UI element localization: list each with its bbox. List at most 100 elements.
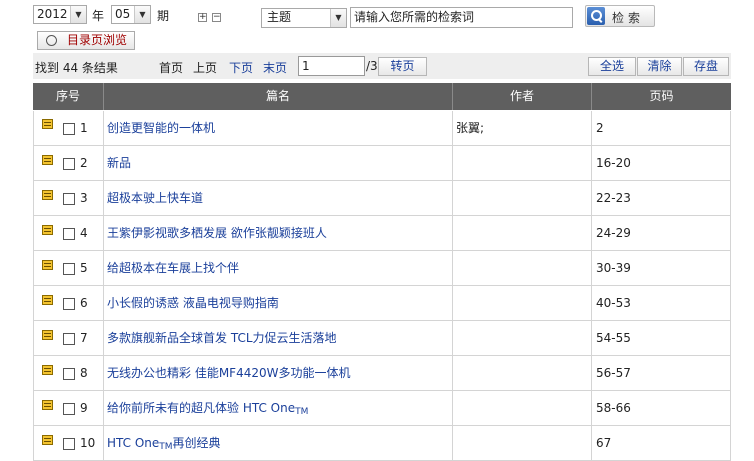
row-number: 6 xyxy=(80,296,88,310)
article-title-link[interactable]: 无线办公也精彩 佳能MF4420W多功能一体机 xyxy=(104,366,350,380)
expand-plus-icon[interactable]: + xyxy=(198,13,207,22)
cell-pages: 54-55 xyxy=(592,321,731,355)
catalog-browse-label: 目录页浏览 xyxy=(67,33,128,47)
period-select[interactable]: 05 ▼ xyxy=(111,5,151,24)
year-label: 年 xyxy=(92,9,105,23)
cell-author xyxy=(453,251,592,285)
table-row: 8 无线办公也精彩 佳能MF4420W多功能一体机 56-57 xyxy=(33,356,731,391)
chevron-down-icon: ▼ xyxy=(330,9,346,27)
page-number-input[interactable]: 1 xyxy=(298,56,365,76)
go-page-button[interactable]: 转页 xyxy=(378,57,427,76)
catalog-browse-button[interactable]: 目录页浏览 xyxy=(37,31,135,50)
article-title-text: 无线办公也精彩 佳能MF4420W多功能一体机 xyxy=(107,366,351,380)
article-title-link[interactable]: 王紫伊影视歌多栖发展 欲作张靓颖接班人 xyxy=(104,226,327,240)
header-index: 序号 xyxy=(33,83,104,110)
article-title-text: 给超极本在车展上找个伴 xyxy=(107,261,240,275)
document-icon[interactable] xyxy=(42,435,53,445)
prev-page-link[interactable]: 上页 xyxy=(193,59,217,76)
article-title-text: 给你前所未有的超凡体验 HTC One xyxy=(107,401,296,415)
cell-index: 4 xyxy=(33,216,104,250)
article-title-link[interactable]: 小长假的诱惑 液晶电视导购指南 xyxy=(104,296,279,310)
article-title-link[interactable]: HTC OneTM再创经典 xyxy=(104,436,221,452)
header-author: 作者 xyxy=(453,83,592,110)
refresh-icon xyxy=(46,35,57,46)
select-all-button[interactable]: 全选 xyxy=(588,57,636,76)
article-title-text: HTC One xyxy=(107,436,160,450)
cell-title: 多款旗舰新品全球首发 TCL力促云生活落地 xyxy=(104,321,453,355)
document-icon[interactable] xyxy=(42,225,53,235)
clear-button[interactable]: 清除 xyxy=(637,57,682,76)
table-row: 9 给你前所未有的超凡体验 HTC OneTM 58-66 xyxy=(33,391,731,426)
row-checkbox[interactable] xyxy=(63,193,75,205)
document-icon[interactable] xyxy=(42,400,53,410)
article-title-link[interactable]: 给超极本在车展上找个伴 xyxy=(104,261,239,275)
document-icon[interactable] xyxy=(42,190,53,200)
search-icon xyxy=(587,7,605,25)
chevron-down-icon: ▼ xyxy=(134,6,150,23)
cell-title: HTC OneTM再创经典 xyxy=(104,426,453,460)
chevron-down-icon: ▼ xyxy=(70,6,86,23)
document-icon[interactable] xyxy=(42,260,53,270)
cell-index: 2 xyxy=(33,146,104,180)
row-checkbox[interactable] xyxy=(63,158,75,170)
cell-title: 王紫伊影视歌多栖发展 欲作张靓颖接班人 xyxy=(104,216,453,250)
search-button[interactable]: 检索 xyxy=(585,5,655,27)
row-checkbox[interactable] xyxy=(63,123,75,135)
table-row: 7 多款旗舰新品全球首发 TCL力促云生活落地 54-55 xyxy=(33,321,731,356)
last-page-link[interactable]: 末页 xyxy=(263,59,287,76)
first-page-link[interactable]: 首页 xyxy=(159,59,183,76)
article-title-link[interactable]: 多款旗舰新品全球首发 TCL力促云生活落地 xyxy=(104,331,337,345)
cell-title: 创造更智能的一体机 xyxy=(104,111,453,145)
row-number: 7 xyxy=(80,331,88,345)
search-placeholder: 请输入您所需的检索词 xyxy=(354,10,475,24)
document-icon[interactable] xyxy=(42,119,53,129)
period-value: 05 xyxy=(115,7,131,21)
cell-author xyxy=(453,146,592,180)
article-title-link[interactable]: 创造更智能的一体机 xyxy=(104,121,215,135)
row-checkbox[interactable] xyxy=(63,298,75,310)
field-select[interactable]: 主题 ▼ xyxy=(261,8,347,28)
table-row: 4 王紫伊影视歌多栖发展 欲作张靓颖接班人 24-29 xyxy=(33,216,731,251)
table-row: 3 超极本驶上快车道 22-23 xyxy=(33,181,731,216)
cell-title: 给超极本在车展上找个伴 xyxy=(104,251,453,285)
article-title-link[interactable]: 新品 xyxy=(104,156,131,170)
save-button[interactable]: 存盘 xyxy=(683,57,729,76)
collapse-minus-icon[interactable]: − xyxy=(212,13,221,22)
document-icon[interactable] xyxy=(42,295,53,305)
row-checkbox[interactable] xyxy=(63,438,75,450)
page-number-value: 1 xyxy=(302,59,310,73)
article-title-text: 小长假的诱惑 液晶电视导购指南 xyxy=(107,296,279,310)
table-row: 5 给超极本在车展上找个伴 30-39 xyxy=(33,251,731,286)
row-checkbox[interactable] xyxy=(63,368,75,380)
cell-title: 小长假的诱惑 液晶电视导购指南 xyxy=(104,286,453,320)
year-select[interactable]: 2012 ▼ xyxy=(33,5,87,24)
row-number: 10 xyxy=(80,436,96,450)
article-title-text: 创造更智能的一体机 xyxy=(107,121,216,135)
article-title-link[interactable]: 超极本驶上快车道 xyxy=(104,191,203,205)
document-icon[interactable] xyxy=(42,155,53,165)
table-row: 1 创造更智能的一体机 张翼; 2 xyxy=(33,111,731,146)
cell-index: 6 xyxy=(33,286,104,320)
cell-author xyxy=(453,426,592,460)
cell-index: 1 xyxy=(33,111,104,145)
row-checkbox[interactable] xyxy=(63,263,75,275)
cell-author xyxy=(453,391,592,425)
article-title-text: 超极本驶上快车道 xyxy=(107,191,204,205)
article-title-link[interactable]: 给你前所未有的超凡体验 HTC OneTM xyxy=(104,401,309,417)
select-all-label: 全选 xyxy=(599,59,624,73)
table-row: 10 HTC OneTM再创经典 67 xyxy=(33,426,731,461)
search-input[interactable]: 请输入您所需的检索词 xyxy=(350,7,573,28)
row-checkbox[interactable] xyxy=(63,228,75,240)
cell-title: 超极本驶上快车道 xyxy=(104,181,453,215)
document-icon[interactable] xyxy=(42,365,53,375)
row-number: 4 xyxy=(80,226,88,240)
page-total: /3 xyxy=(366,59,378,73)
trademark-sub: TM xyxy=(295,407,309,417)
document-icon[interactable] xyxy=(42,330,53,340)
period-label: 期 xyxy=(157,9,170,23)
article-title-text: 多款旗舰新品全球首发 TCL力促云生活落地 xyxy=(107,331,337,345)
row-checkbox[interactable] xyxy=(63,333,75,345)
cell-pages: 24-29 xyxy=(592,216,731,250)
row-checkbox[interactable] xyxy=(63,403,75,415)
next-page-link[interactable]: 下页 xyxy=(229,59,253,76)
